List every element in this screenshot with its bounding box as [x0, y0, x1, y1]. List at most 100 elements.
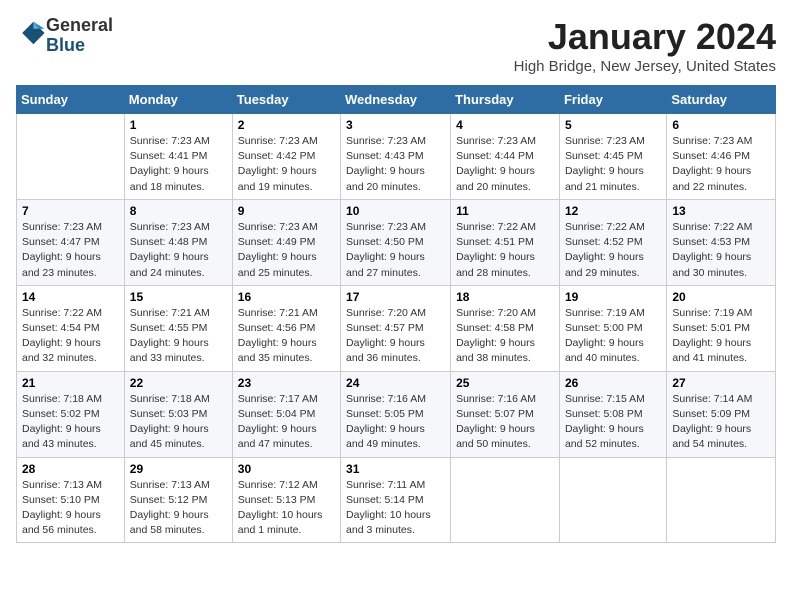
calendar-cell: 10Sunrise: 7:23 AM Sunset: 4:50 PM Dayli… [341, 199, 451, 285]
day-info: Sunrise: 7:23 AM Sunset: 4:45 PM Dayligh… [565, 134, 661, 195]
header-day-saturday: Saturday [667, 86, 776, 114]
calendar-cell: 23 Sunrise: 7:17 AM Sunset: 5:04 PM Dayli… [232, 371, 340, 457]
calendar-cell: 15Sunrise: 7:21 AM Sunset: 4:55 PM Dayli… [124, 285, 232, 371]
day-number: 1 [130, 118, 227, 132]
day-info: Sunrise: 7:19 AM Sunset: 5:00 PM Dayligh… [565, 306, 661, 367]
calendar-title: January 2024 [514, 16, 776, 58]
calendar-cell: 7 Sunrise: 7:23 AM Sunset: 4:47 PM Daylig… [17, 199, 125, 285]
day-info: Sunrise: 7:22 AM Sunset: 4:52 PM Dayligh… [565, 220, 661, 281]
day-number: 21 [22, 376, 119, 390]
title-block: January 2024 High Bridge, New Jersey, Un… [514, 16, 776, 75]
week-row-5: 28 Sunrise: 7:13 AM Sunset: 5:10 PM Dayli… [17, 457, 776, 543]
calendar-cell: 3 Sunrise: 7:23 AM Sunset: 4:43 PM Daylig… [341, 114, 451, 200]
calendar-cell: 5 Sunrise: 7:23 AM Sunset: 4:45 PM Daylig… [559, 114, 666, 200]
calendar-cell: 9 Sunrise: 7:23 AM Sunset: 4:49 PM Daylig… [232, 199, 340, 285]
calendar-cell: 6 Sunrise: 7:23 AM Sunset: 4:46 PM Daylig… [667, 114, 776, 200]
day-number: 11 [456, 204, 554, 218]
day-info: Sunrise: 7:16 AM Sunset: 5:07 PM Dayligh… [456, 392, 554, 453]
day-number: 23 [238, 376, 335, 390]
day-number: 13 [672, 204, 770, 218]
day-number: 24 [346, 376, 445, 390]
calendar-cell: 20 Sunrise: 7:19 AM Sunset: 5:01 PM Dayli… [667, 285, 776, 371]
header-day-friday: Friday [559, 86, 666, 114]
day-number: 5 [565, 118, 661, 132]
header-row: SundayMondayTuesdayWednesdayThursdayFrid… [17, 86, 776, 114]
logo-blue-text: Blue [46, 35, 85, 55]
calendar-cell [451, 457, 560, 543]
day-number: 16 [238, 290, 335, 304]
calendar-cell: 12 Sunrise: 7:22 AM Sunset: 4:52 PM Dayli… [559, 199, 666, 285]
day-info: Sunrise: 7:23 AM Sunset: 4:48 PM Dayligh… [130, 220, 227, 281]
calendar-cell: 14 Sunrise: 7:22 AM Sunset: 4:54 PM Dayli… [17, 285, 125, 371]
day-info: Sunrise: 7:21 AM Sunset: 4:55 PM Dayligh… [130, 306, 227, 367]
day-number: 31 [346, 462, 445, 476]
calendar-cell: 17Sunrise: 7:20 AM Sunset: 4:57 PM Dayli… [341, 285, 451, 371]
day-info: Sunrise: 7:23 AM Sunset: 4:46 PM Dayligh… [672, 134, 770, 195]
calendar-cell: 22 Sunrise: 7:18 AM Sunset: 5:03 PM Dayli… [124, 371, 232, 457]
day-info: Sunrise: 7:20 AM Sunset: 4:58 PM Dayligh… [456, 306, 554, 367]
day-number: 22 [130, 376, 227, 390]
day-number: 30 [238, 462, 335, 476]
day-number: 7 [22, 204, 119, 218]
header-day-wednesday: Wednesday [341, 86, 451, 114]
day-number: 12 [565, 204, 661, 218]
calendar-cell: 21Sunrise: 7:18 AM Sunset: 5:02 PM Dayli… [17, 371, 125, 457]
day-info: Sunrise: 7:23 AM Sunset: 4:44 PM Dayligh… [456, 134, 554, 195]
day-number: 18 [456, 290, 554, 304]
calendar-cell: 19 Sunrise: 7:19 AM Sunset: 5:00 PM Dayli… [559, 285, 666, 371]
day-number: 9 [238, 204, 335, 218]
header-day-sunday: Sunday [17, 86, 125, 114]
day-number: 29 [130, 462, 227, 476]
logo-general-text: General [46, 15, 113, 35]
header-day-monday: Monday [124, 86, 232, 114]
calendar-cell [17, 114, 125, 200]
day-info: Sunrise: 7:19 AM Sunset: 5:01 PM Dayligh… [672, 306, 770, 367]
calendar-cell: 11Sunrise: 7:22 AM Sunset: 4:51 PM Dayli… [451, 199, 560, 285]
header-day-thursday: Thursday [451, 86, 560, 114]
day-number: 6 [672, 118, 770, 132]
day-number: 2 [238, 118, 335, 132]
day-number: 4 [456, 118, 554, 132]
logo: General Blue [16, 16, 113, 56]
day-info: Sunrise: 7:15 AM Sunset: 5:08 PM Dayligh… [565, 392, 661, 453]
page-header: General Blue January 2024 High Bridge, N… [16, 16, 776, 75]
day-number: 26 [565, 376, 661, 390]
day-info: Sunrise: 7:22 AM Sunset: 4:53 PM Dayligh… [672, 220, 770, 281]
day-info: Sunrise: 7:23 AM Sunset: 4:42 PM Dayligh… [238, 134, 335, 195]
day-info: Sunrise: 7:16 AM Sunset: 5:05 PM Dayligh… [346, 392, 445, 453]
calendar-cell: 24 Sunrise: 7:16 AM Sunset: 5:05 PM Dayli… [341, 371, 451, 457]
calendar-cell: 25Sunrise: 7:16 AM Sunset: 5:07 PM Dayli… [451, 371, 560, 457]
calendar-table: SundayMondayTuesdayWednesdayThursdayFrid… [16, 85, 776, 543]
logo-icon [18, 19, 46, 47]
day-info: Sunrise: 7:17 AM Sunset: 5:04 PM Dayligh… [238, 392, 335, 453]
day-info: Sunrise: 7:23 AM Sunset: 4:47 PM Dayligh… [22, 220, 119, 281]
day-info: Sunrise: 7:18 AM Sunset: 5:03 PM Dayligh… [130, 392, 227, 453]
calendar-cell: 2 Sunrise: 7:23 AM Sunset: 4:42 PM Daylig… [232, 114, 340, 200]
calendar-cell: 27Sunrise: 7:14 AM Sunset: 5:09 PM Dayli… [667, 371, 776, 457]
day-info: Sunrise: 7:23 AM Sunset: 4:49 PM Dayligh… [238, 220, 335, 281]
calendar-cell: 8 Sunrise: 7:23 AM Sunset: 4:48 PM Daylig… [124, 199, 232, 285]
day-number: 3 [346, 118, 445, 132]
day-info: Sunrise: 7:23 AM Sunset: 4:41 PM Dayligh… [130, 134, 227, 195]
day-number: 17 [346, 290, 445, 304]
calendar-cell: 26 Sunrise: 7:15 AM Sunset: 5:08 PM Dayli… [559, 371, 666, 457]
day-number: 19 [565, 290, 661, 304]
day-info: Sunrise: 7:11 AM Sunset: 5:14 PM Dayligh… [346, 478, 445, 539]
week-row-3: 14 Sunrise: 7:22 AM Sunset: 4:54 PM Dayli… [17, 285, 776, 371]
day-info: Sunrise: 7:14 AM Sunset: 5:09 PM Dayligh… [672, 392, 770, 453]
week-row-2: 7 Sunrise: 7:23 AM Sunset: 4:47 PM Daylig… [17, 199, 776, 285]
day-info: Sunrise: 7:22 AM Sunset: 4:54 PM Dayligh… [22, 306, 119, 367]
calendar-cell: 29 Sunrise: 7:13 AM Sunset: 5:12 PM Dayli… [124, 457, 232, 543]
day-number: 14 [22, 290, 119, 304]
calendar-cell: 16 Sunrise: 7:21 AM Sunset: 4:56 PM Dayli… [232, 285, 340, 371]
day-number: 8 [130, 204, 227, 218]
day-number: 28 [22, 462, 119, 476]
calendar-cell [559, 457, 666, 543]
day-info: Sunrise: 7:21 AM Sunset: 4:56 PM Dayligh… [238, 306, 335, 367]
day-number: 20 [672, 290, 770, 304]
day-number: 10 [346, 204, 445, 218]
day-info: Sunrise: 7:13 AM Sunset: 5:10 PM Dayligh… [22, 478, 119, 539]
day-info: Sunrise: 7:13 AM Sunset: 5:12 PM Dayligh… [130, 478, 227, 539]
day-info: Sunrise: 7:23 AM Sunset: 4:43 PM Dayligh… [346, 134, 445, 195]
calendar-subtitle: High Bridge, New Jersey, United States [514, 58, 776, 75]
